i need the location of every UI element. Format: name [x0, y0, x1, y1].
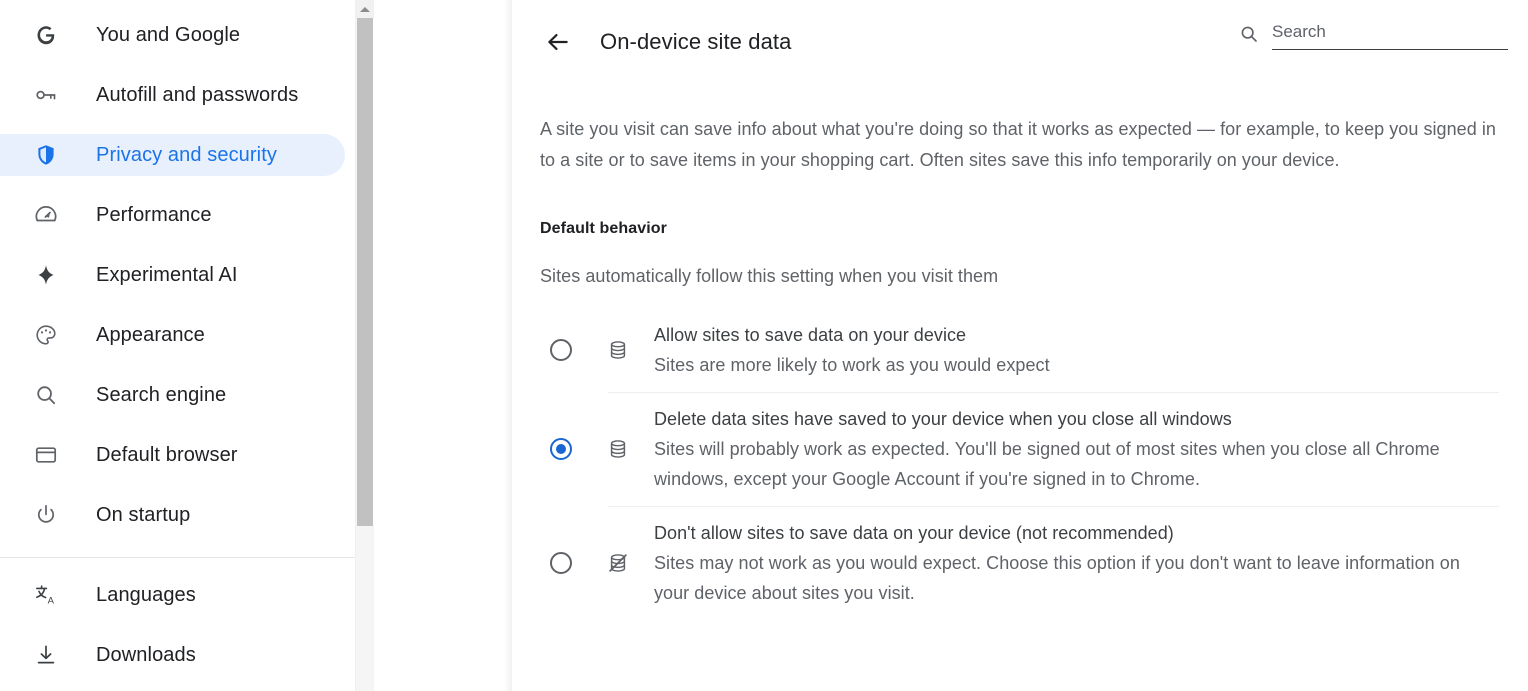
back-button[interactable]: [540, 24, 576, 60]
sidebar-item-label: You and Google: [96, 24, 241, 46]
sidebar-item-label: Default browser: [96, 444, 238, 466]
option-text: Delete data sites have saved to your dev…: [654, 404, 1499, 494]
scrollbar-thumb[interactable]: [357, 18, 373, 526]
intro-description: A site you visit can save info about wha…: [540, 119, 1496, 170]
sidebar-item-languages[interactable]: A Languages: [0, 574, 355, 616]
page-title: On-device site data: [600, 29, 792, 54]
sidebar-item-you-and-google[interactable]: You and Google: [0, 14, 355, 56]
option-description: Sites are more likely to work as you wou…: [654, 355, 1050, 375]
option-text: Don't allow sites to save data on your d…: [654, 518, 1499, 608]
speedometer-icon: [34, 203, 58, 227]
option-description: Sites may not work as you would expect. …: [654, 553, 1460, 603]
google-g-icon: [34, 23, 58, 47]
sidebar-item-label: Languages: [96, 584, 196, 606]
radio-button[interactable]: [550, 339, 572, 361]
option-text: Allow sites to save data on your device …: [654, 320, 1499, 380]
option-title: Allow sites to save data on your device: [654, 325, 967, 345]
sidebar-item-performance[interactable]: Performance: [0, 194, 355, 236]
sidebar-item-label: Autofill and passwords: [96, 84, 299, 106]
download-icon: [34, 643, 58, 667]
search-input[interactable]: [1272, 20, 1508, 50]
power-icon: [34, 503, 58, 527]
sidebar-item-downloads[interactable]: Downloads: [0, 634, 355, 676]
content-header: On-device site data: [511, 0, 1528, 84]
search-icon: [1238, 20, 1260, 48]
radio-option-allow[interactable]: Allow sites to save data on your device …: [540, 308, 1499, 392]
chrome-settings-window: You and Google Autofill and passwords Pr…: [0, 0, 1528, 691]
scroll-up-arrow-icon[interactable]: [356, 0, 374, 18]
sidebar-item-label: Appearance: [96, 324, 205, 346]
sidebar-item-autofill-and-passwords[interactable]: Autofill and passwords: [0, 74, 355, 116]
key-icon: [34, 83, 58, 107]
sidebar-item-appearance[interactable]: Appearance: [0, 314, 355, 356]
palette-icon: [34, 323, 58, 347]
sidebar-item-label: On startup: [96, 504, 191, 526]
sidebar-item-label: Downloads: [96, 644, 196, 666]
sidebar-item-privacy-and-security[interactable]: Privacy and security: [0, 134, 345, 176]
section-title-default-behavior: Default behavior: [540, 220, 667, 237]
radio-button[interactable]: [550, 438, 572, 460]
section-subtitle: Sites automatically follow this setting …: [540, 266, 999, 286]
settings-sidebar: You and Google Autofill and passwords Pr…: [0, 0, 374, 691]
sidebar-item-label: Performance: [96, 204, 212, 226]
option-description: Sites will probably work as expected. Yo…: [654, 439, 1440, 489]
search-box: [1238, 20, 1508, 50]
browser-icon: [34, 443, 58, 467]
sidebar-item-label: Experimental AI: [96, 264, 238, 286]
shield-icon: [34, 143, 58, 167]
sidebar-item-search-engine[interactable]: Search engine: [0, 374, 355, 416]
database-icon: [606, 338, 630, 362]
sidebar-item-default-browser[interactable]: Default browser: [0, 434, 355, 476]
sidebar-scrollbar[interactable]: [355, 0, 374, 691]
sparkle-icon: [34, 263, 58, 287]
settings-content-panel: On-device site data A site you visit can…: [511, 0, 1528, 691]
sidebar-item-label: Privacy and security: [96, 144, 277, 166]
database-icon: [606, 437, 630, 461]
radio-button[interactable]: [550, 552, 572, 574]
option-title: Don't allow sites to save data on your d…: [654, 523, 1174, 543]
sidebar-group-secondary: A Languages Downloads: [0, 574, 355, 676]
sidebar-item-label: Search engine: [96, 384, 227, 406]
sidebar-item-on-startup[interactable]: On startup: [0, 494, 355, 536]
database-off-icon: [606, 551, 630, 575]
sidebar-item-experimental-ai[interactable]: Experimental AI: [0, 254, 355, 296]
svg-text:A: A: [48, 595, 55, 606]
option-title: Delete data sites have saved to your dev…: [654, 409, 1232, 429]
sidebar-divider: [0, 557, 355, 558]
translate-icon: A: [34, 583, 58, 607]
radio-option-delete-on-close[interactable]: Delete data sites have saved to your dev…: [540, 392, 1499, 506]
layout-gap: [374, 0, 511, 691]
content-body: A site you visit can save info about wha…: [511, 114, 1528, 620]
search-icon: [34, 383, 58, 407]
default-behavior-radio-group: Allow sites to save data on your device …: [540, 308, 1499, 620]
sidebar-group-primary: You and Google Autofill and passwords Pr…: [0, 14, 355, 536]
radio-option-block[interactable]: Don't allow sites to save data on your d…: [540, 506, 1499, 620]
scrollbar-track[interactable]: [356, 526, 374, 691]
